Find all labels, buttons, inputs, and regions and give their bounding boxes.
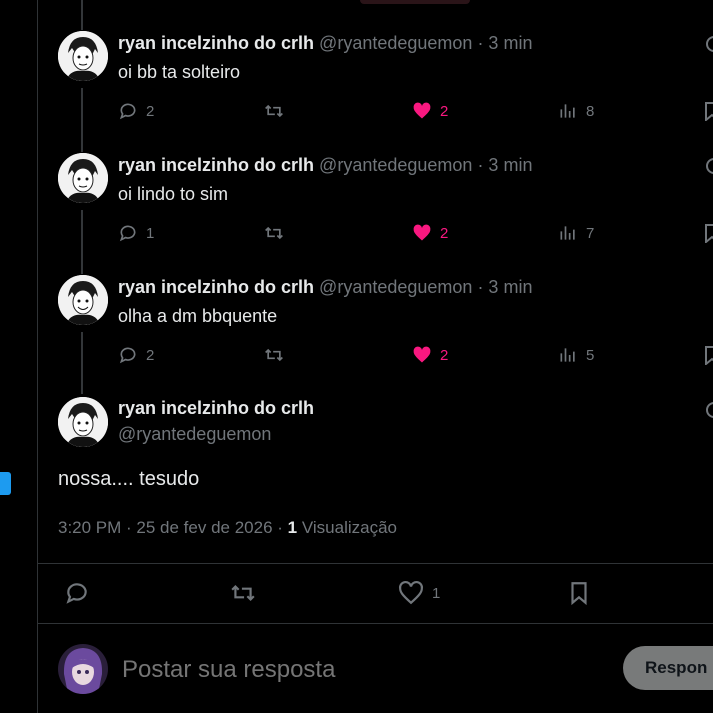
tweet-text: oi lindo to sim — [118, 184, 229, 204]
views-icon — [560, 226, 575, 240]
side-tab-indicator[interactable] — [0, 472, 11, 495]
reply-count: 2 — [146, 102, 155, 120]
avatar[interactable] — [58, 31, 108, 81]
bookmark-icon[interactable] — [704, 223, 713, 243]
like-button[interactable]: 2 — [412, 223, 448, 243]
thread-line — [81, 0, 83, 30]
tweet-text: oi bb ta solteiro — [118, 62, 241, 82]
author-name[interactable]: ryan incelzinho do crlh — [118, 33, 314, 53]
bookmark-icon[interactable] — [704, 101, 713, 121]
like-button[interactable]: 2 — [412, 345, 448, 365]
retweet-button[interactable] — [264, 101, 284, 121]
tweet-time[interactable]: · 3 min — [477, 277, 532, 297]
tweet-header: ryan incelzinho do crlh @ryantedeguemon … — [118, 155, 532, 176]
reply-input[interactable] — [120, 655, 604, 685]
views-count: 5 — [586, 346, 595, 364]
tweet-time[interactable]: · 3 min — [477, 155, 532, 175]
avatar[interactable] — [58, 397, 108, 447]
tweet-time[interactable]: · 3 min — [477, 33, 532, 53]
tweet-text: nossa.... tesudo — [58, 468, 200, 490]
views-icon — [560, 348, 575, 362]
tweet-header: ryan incelzinho do crlh @ryantedeguemon … — [118, 277, 532, 298]
reply-button[interactable]: 2 — [118, 101, 154, 121]
bookmark-icon — [571, 582, 587, 606]
author-name[interactable]: ryan incelzinho do crlh — [118, 155, 314, 175]
bookmark-button[interactable] — [566, 580, 592, 606]
views-count: 7 — [586, 224, 595, 242]
heart-icon — [413, 346, 431, 363]
heart-icon — [399, 580, 423, 605]
bookmark-icon[interactable] — [704, 345, 713, 365]
author-handle[interactable]: @ryantedeguemon — [319, 277, 472, 297]
reply-icon — [119, 103, 136, 120]
reply-submit-button[interactable]: Respon — [623, 646, 713, 690]
like-count: 2 — [440, 224, 449, 242]
retweet-button[interactable] — [230, 580, 256, 606]
author-handle[interactable]: @ryantedeguemon — [118, 424, 271, 445]
retweet-button[interactable] — [264, 223, 284, 243]
reply-icon — [66, 583, 87, 604]
user-avatar[interactable] — [58, 644, 108, 694]
like-count: 1 — [432, 584, 441, 602]
more-icon[interactable] — [704, 34, 713, 54]
views-label: Visualização — [301, 518, 397, 537]
tweet-text: olha a dm bbquente — [118, 306, 278, 326]
tweet-header: ryan incelzinho do crlh @ryantedeguemon … — [118, 33, 532, 54]
views-icon — [560, 104, 575, 118]
retweet-icon — [231, 584, 255, 602]
views-button[interactable]: 5 — [558, 345, 594, 365]
views-button[interactable]: 7 — [558, 223, 594, 243]
reply-button[interactable] — [64, 580, 90, 606]
thread-line — [81, 332, 83, 394]
heart-icon — [413, 224, 431, 241]
reply-button[interactable]: 2 — [118, 345, 154, 365]
retweet-icon — [265, 348, 283, 362]
reply-count: 1 — [146, 224, 155, 242]
reply-button[interactable]: 1 — [118, 223, 154, 243]
like-count: 2 — [440, 346, 449, 364]
top-edge-artifact — [360, 0, 470, 4]
reply-icon — [119, 347, 136, 364]
divider — [38, 563, 713, 564]
retweet-button[interactable] — [264, 345, 284, 365]
author-handle[interactable]: @ryantedeguemon — [319, 155, 472, 175]
thread-line — [81, 210, 83, 274]
sidebar-border — [37, 0, 38, 713]
retweet-icon — [265, 104, 283, 118]
thread-line — [81, 88, 83, 152]
more-icon[interactable] — [704, 156, 713, 176]
avatar[interactable] — [58, 275, 108, 325]
author-handle[interactable]: @ryantedeguemon — [319, 33, 472, 53]
avatar[interactable] — [58, 153, 108, 203]
retweet-icon — [265, 226, 283, 240]
reply-icon — [119, 225, 136, 242]
more-icon[interactable] — [704, 400, 713, 420]
like-count: 2 — [440, 102, 449, 120]
views-button[interactable]: 8 — [558, 101, 594, 121]
views-count: 8 — [586, 102, 595, 120]
tweet-meta: 3:20 PM · 25 de fev de 2026 · 1 Visualiz… — [58, 518, 397, 538]
tweet-timestamp[interactable]: 3:20 PM · 25 de fev de 2026 · — [58, 518, 283, 537]
reply-count: 2 — [146, 346, 155, 364]
author-name[interactable]: ryan incelzinho do crlh — [118, 277, 314, 297]
author-name[interactable]: ryan incelzinho do crlh — [118, 398, 314, 419]
like-button[interactable]: 1 — [398, 580, 440, 606]
divider — [38, 623, 713, 624]
heart-icon — [413, 102, 431, 119]
like-button[interactable]: 2 — [412, 101, 448, 121]
views-count: 1 — [287, 518, 298, 537]
